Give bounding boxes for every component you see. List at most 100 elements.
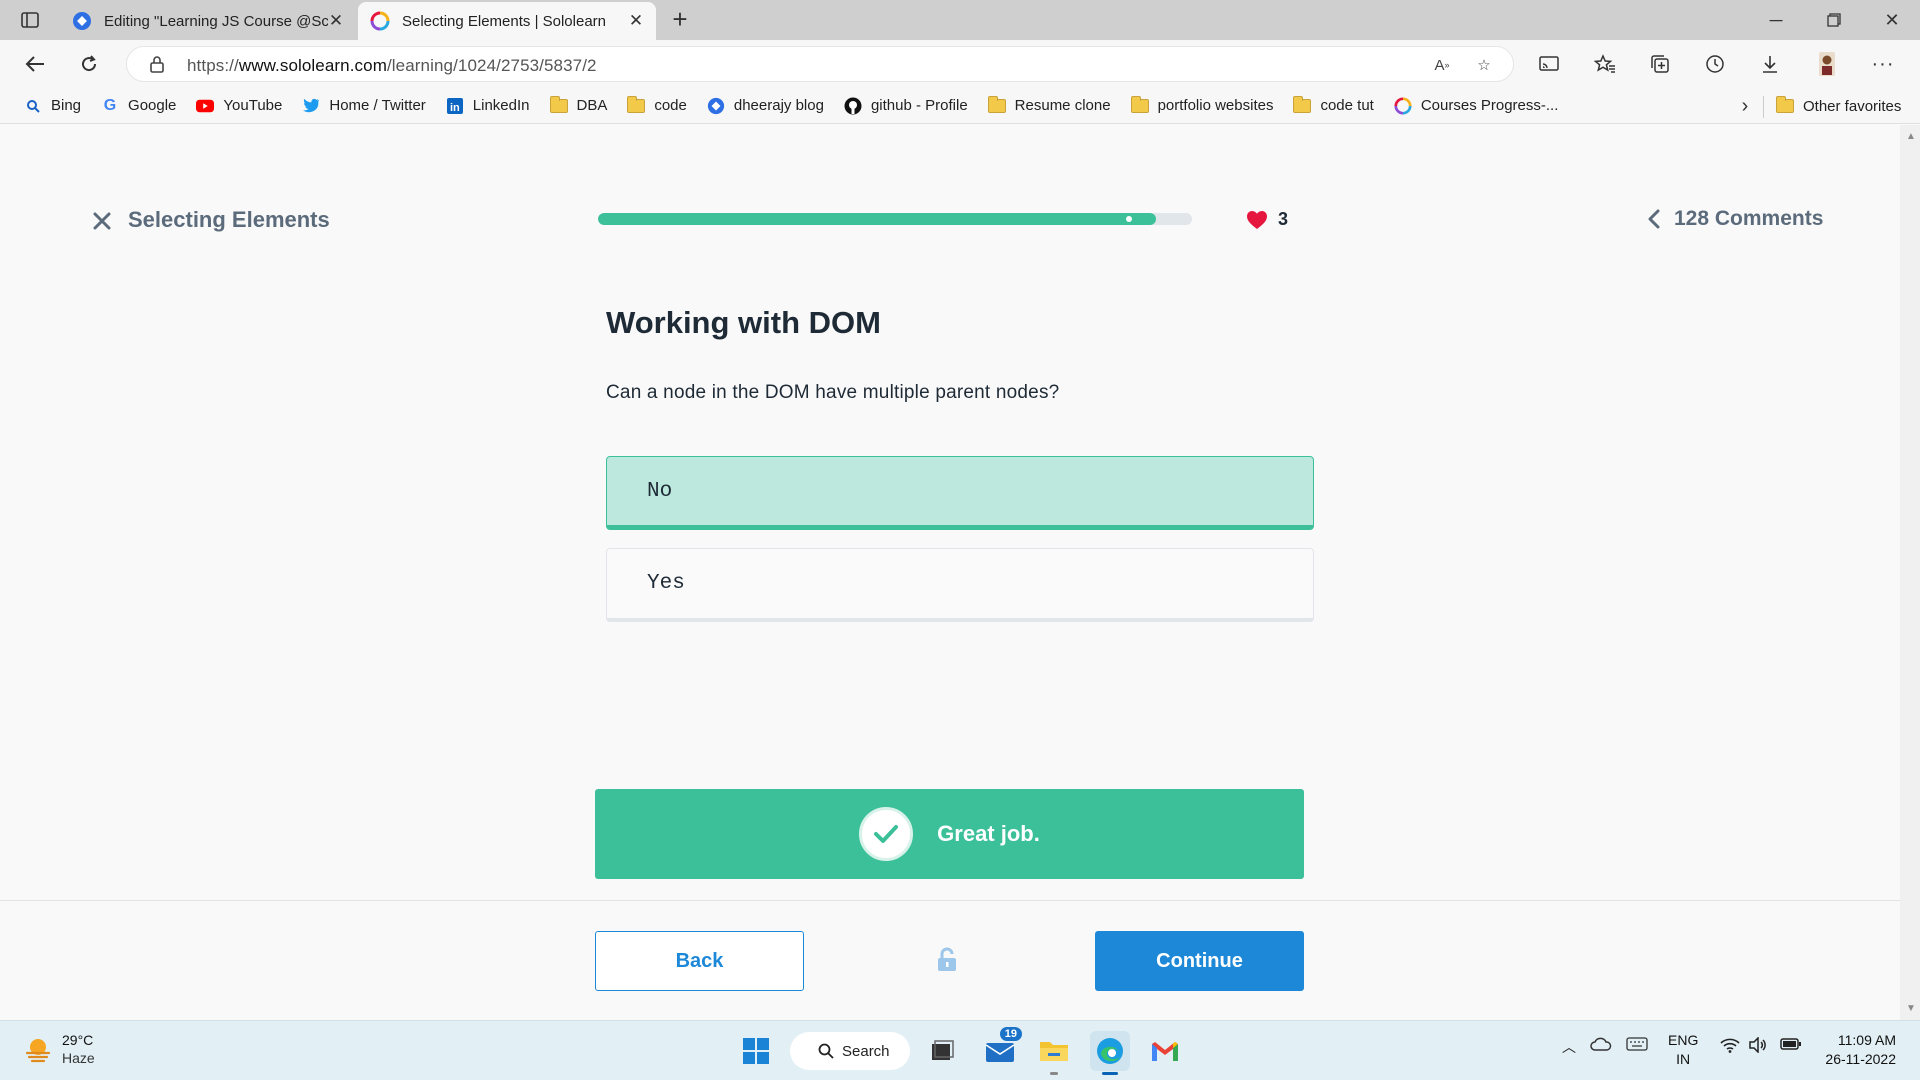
comments-link[interactable]: 128 Comments — [1648, 207, 1823, 231]
refresh-icon[interactable] — [72, 48, 106, 80]
start-button[interactable] — [736, 1031, 776, 1071]
bookmark-code[interactable]: code — [619, 92, 695, 120]
tab-sololearn[interactable]: Selecting Elements | Sololearn ✕ — [358, 2, 656, 40]
windows-icon — [743, 1038, 769, 1064]
hearts-count: 3 — [1278, 209, 1289, 229]
taskbar-search[interactable]: Search — [790, 1032, 910, 1070]
bookmark-portfolio-websites[interactable]: portfolio websites — [1123, 92, 1282, 120]
url-path: /learning/1024/2753/5837/2 — [386, 56, 597, 75]
mail-icon[interactable]: 19 — [980, 1027, 1022, 1071]
lock-icon[interactable] — [149, 55, 165, 78]
lesson-page: Selecting Elements 3 128 Comments Workin… — [0, 125, 1900, 1020]
scroll-up-icon[interactable]: ▲ — [1906, 131, 1916, 142]
page-scrollbar[interactable]: ▲ ▼ — [1900, 125, 1920, 1020]
twitter-icon — [302, 97, 320, 115]
navigation-bar: https://www.sololearn.com/learning/1024/… — [0, 40, 1920, 88]
cast-icon[interactable] — [1532, 48, 1566, 80]
tab-actions-icon[interactable] — [14, 8, 46, 32]
google-icon: G — [103, 96, 117, 114]
bookmark-youtube[interactable]: YouTube — [188, 92, 290, 120]
other-favorites[interactable]: Other favorites — [1776, 92, 1901, 120]
footer-divider — [0, 900, 1900, 901]
more-options-icon[interactable]: ··· — [1866, 48, 1900, 80]
bookmark-bing[interactable]: Bing — [16, 92, 89, 120]
divider — [1763, 96, 1764, 118]
check-icon — [859, 807, 914, 861]
collections-icon[interactable] — [1643, 48, 1677, 80]
favorites-icon[interactable] — [1588, 48, 1622, 80]
bookmark-linkedin[interactable]: in LinkedIn — [438, 92, 538, 120]
answer-option-no[interactable]: No — [606, 456, 1314, 530]
tab-editing[interactable]: Editing "Learning JS Course @Sc ✕ — [60, 2, 356, 40]
sololearn-icon — [1394, 96, 1412, 115]
bookmark-resume-clone[interactable]: Resume clone — [980, 92, 1119, 120]
volume-icon[interactable] — [1748, 1036, 1768, 1056]
history-icon[interactable] — [1698, 48, 1732, 80]
bookmark-github[interactable]: github - Profile — [836, 92, 976, 120]
bookmark-label: code — [654, 97, 687, 114]
weather-widget[interactable]: 29°C Haze — [24, 1031, 95, 1067]
bookmark-dba[interactable]: DBA — [542, 92, 616, 120]
keyboard-icon[interactable] — [1626, 1037, 1648, 1054]
file-explorer-icon[interactable] — [1034, 1031, 1074, 1075]
quiz-question: Can a node in the DOM have multiple pare… — [606, 382, 1060, 403]
folder-icon — [1130, 95, 1149, 115]
close-tab-icon[interactable]: ✕ — [628, 11, 644, 31]
weather-condition: Haze — [62, 1050, 95, 1066]
wifi-icon[interactable] — [1720, 1037, 1740, 1056]
task-view-icon[interactable] — [922, 1031, 962, 1071]
url-text[interactable]: https://www.sololearn.com/learning/1024/… — [187, 56, 597, 76]
blog-favicon-icon — [72, 11, 92, 31]
bookmark-label: dheerajy blog — [733, 97, 824, 114]
downloads-icon[interactable] — [1753, 48, 1787, 80]
battery-icon[interactable] — [1780, 1037, 1802, 1054]
bookmark-courses-progress[interactable]: Courses Progress-... — [1386, 92, 1567, 120]
mail-badge: 19 — [999, 1027, 1022, 1041]
linkedin-icon: in — [446, 97, 464, 115]
onedrive-icon[interactable] — [1590, 1037, 1612, 1054]
show-hidden-icons[interactable]: ︿ — [1562, 1037, 1576, 1057]
close-window-icon[interactable]: ✕ — [1872, 6, 1912, 34]
add-favorite-icon[interactable]: ☆ — [1471, 53, 1497, 77]
system-clock[interactable]: 11:09 AM 26-11-2022 — [1822, 1031, 1896, 1069]
back-arrow-icon[interactable] — [18, 48, 52, 80]
quiz-heading: Working with DOM — [606, 305, 881, 340]
scroll-down-icon[interactable]: ▼ — [1906, 1003, 1916, 1014]
lang-bottom: IN — [1676, 1051, 1691, 1067]
chevron-right-icon[interactable]: › — [1733, 92, 1757, 120]
blog-icon — [707, 97, 725, 115]
close-lesson-icon[interactable] — [88, 207, 116, 235]
lock-icon — [936, 947, 962, 975]
read-aloud-icon[interactable]: A» — [1429, 53, 1455, 77]
bing-icon — [24, 97, 42, 115]
lesson-title: Selecting Elements — [128, 207, 330, 232]
close-tab-icon[interactable]: ✕ — [328, 11, 344, 31]
answer-option-yes[interactable]: Yes — [606, 548, 1314, 622]
new-tab-button[interactable]: + — [666, 6, 694, 34]
clock-time: 11:09 AM — [1837, 1032, 1896, 1048]
profile-avatar[interactable] — [1810, 48, 1844, 80]
bookmark-label: DBA — [576, 97, 608, 114]
youtube-icon — [196, 97, 215, 115]
input-language[interactable]: ENG IN — [1668, 1031, 1698, 1069]
answer-label: No — [647, 479, 673, 503]
answer-label: Yes — [647, 572, 685, 595]
back-button[interactable]: Back — [595, 931, 804, 991]
bookmarks-bar: Bing G Google YouTube Home / Twitter in … — [0, 88, 1920, 124]
address-bar[interactable]: https://www.sololearn.com/learning/1024/… — [126, 46, 1514, 82]
bookmark-label: Home / Twitter — [329, 97, 426, 114]
bookmark-code-tut[interactable]: code tut — [1285, 92, 1381, 120]
haze-sun-icon — [25, 1039, 51, 1063]
search-icon — [818, 1043, 834, 1059]
restore-icon[interactable] — [1814, 6, 1854, 34]
lesson-progress-bar — [598, 213, 1192, 225]
continue-button[interactable]: Continue — [1095, 931, 1304, 991]
bookmark-label: Bing — [51, 97, 82, 114]
edge-browser-icon[interactable] — [1090, 1031, 1130, 1075]
bookmark-twitter[interactable]: Home / Twitter — [294, 92, 433, 120]
progress-marker — [1126, 216, 1133, 222]
gmail-icon[interactable] — [1145, 1031, 1185, 1071]
minimize-icon[interactable]: ─ — [1756, 6, 1796, 34]
bookmark-dheerajy-blog[interactable]: dheerajy blog — [699, 92, 832, 120]
bookmark-google[interactable]: G Google — [93, 92, 184, 120]
